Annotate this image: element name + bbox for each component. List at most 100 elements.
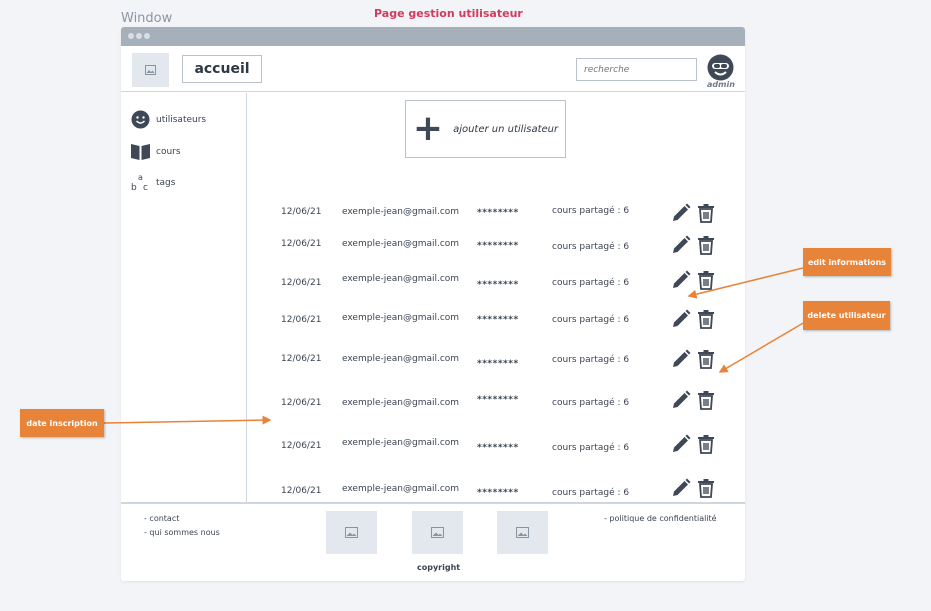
logo-image-placeholder[interactable] (132, 53, 169, 87)
pencil-icon (673, 390, 691, 408)
registration-date: 12/06/21 (281, 354, 322, 364)
delete-user-button[interactable] (697, 270, 715, 290)
pencil-icon (673, 235, 691, 253)
pencil-icon (673, 203, 691, 221)
trash-icon (698, 435, 714, 454)
user-email: exemple-jean@gmail.com (342, 313, 460, 323)
image-icon (345, 527, 358, 538)
sidebar-item-label: tags (156, 177, 176, 188)
edit-user-button[interactable] (671, 434, 691, 454)
shared-courses: cours partagé : 6 (552, 242, 630, 252)
app-window: accueil admin utilisateurs cours abc (121, 27, 745, 581)
delete-user-button[interactable] (697, 434, 715, 454)
window-titlebar (121, 27, 745, 46)
sidebar-item-label: cours (156, 146, 181, 157)
edit-user-button[interactable] (671, 235, 691, 255)
edit-user-button[interactable] (671, 270, 691, 290)
user-row: 12/06/21 exemple-jean@gmail.com ******** co… (248, 478, 745, 502)
trash-icon (698, 350, 714, 369)
user-email: exemple-jean@gmail.com (342, 354, 460, 364)
copyright-text: copyright (417, 563, 461, 572)
window-controls[interactable] (128, 33, 150, 39)
sidebar-item-tags[interactable]: abc tags (131, 173, 175, 192)
edit-user-button[interactable] (671, 478, 691, 498)
user-email: exemple-jean@gmail.com (342, 484, 460, 494)
delete-user-button[interactable] (697, 203, 715, 223)
svg-text:b: b (131, 183, 137, 192)
user-password: ******** (477, 315, 519, 325)
sidebar: utilisateurs cours abc tags (121, 93, 247, 503)
pencil-icon (673, 349, 691, 367)
user-password: ******** (477, 208, 519, 218)
delete-user-button[interactable] (697, 309, 715, 329)
svg-text:c: c (143, 183, 148, 192)
footer: - contact - qui sommes nous - politique … (121, 502, 745, 581)
trash-icon (698, 204, 714, 223)
user-row: 12/06/21 exemple-jean@gmail.com ******** co… (248, 309, 745, 333)
callout-edit-informations: edit informations (803, 248, 891, 276)
abc-tags-icon: abc (131, 173, 150, 192)
header: accueil admin (121, 46, 745, 92)
footer-link-privacy[interactable]: - politique de confidentialité (604, 514, 717, 523)
pencil-icon (673, 270, 691, 288)
callout-date-inscription: date inscription (20, 409, 104, 437)
registration-date: 12/06/21 (281, 278, 322, 288)
footer-image-placeholder (497, 511, 548, 554)
trash-icon (698, 236, 714, 255)
footer-image-placeholder (326, 511, 377, 554)
user-email: exemple-jean@gmail.com (342, 438, 460, 448)
user-row: 12/06/21 exemple-jean@gmail.com ******** co… (248, 270, 745, 294)
search-input[interactable] (576, 58, 697, 81)
admin-avatar-icon[interactable] (707, 54, 734, 81)
page-title: Page gestion utilisateur (374, 7, 523, 20)
sidebar-item-cours[interactable]: cours (131, 142, 181, 161)
delete-user-button[interactable] (697, 478, 715, 498)
main-content: + ajouter un utilisateur 12/06/21 exemple… (248, 93, 745, 503)
user-password: ******** (477, 359, 519, 369)
add-user-label: ajouter un utilisateur (453, 123, 559, 135)
registration-date: 12/06/21 (281, 315, 322, 325)
user-email: exemple-jean@gmail.com (342, 239, 460, 249)
sidebar-item-utilisateurs[interactable]: utilisateurs (131, 110, 206, 129)
user-password: ******** (477, 443, 519, 453)
footer-image-placeholder (412, 511, 463, 554)
footer-link-about[interactable]: - qui sommes nous (144, 528, 220, 537)
edit-user-button[interactable] (671, 390, 691, 410)
trash-icon (698, 391, 714, 410)
plus-icon: + (412, 108, 444, 149)
edit-user-button[interactable] (671, 203, 691, 223)
user-email: exemple-jean@gmail.com (342, 274, 460, 284)
registration-date: 12/06/21 (281, 441, 322, 451)
shared-courses: cours partagé : 6 (552, 355, 630, 365)
footer-link-contact[interactable]: - contact (144, 514, 179, 523)
user-password: ******** (477, 395, 519, 405)
smiley-icon (131, 110, 150, 129)
user-password: ******** (477, 488, 519, 498)
svg-text:a: a (138, 173, 143, 182)
user-row: 12/06/21 exemple-jean@gmail.com ******** co… (248, 235, 745, 259)
add-user-button[interactable]: + ajouter un utilisateur (405, 100, 566, 158)
pencil-icon (673, 309, 691, 327)
delete-user-button[interactable] (697, 349, 715, 369)
registration-date: 12/06/21 (281, 239, 322, 249)
shared-courses: cours partagé : 6 (552, 443, 630, 453)
registration-date: 12/06/21 (281, 486, 322, 496)
user-label: admin (707, 80, 735, 89)
delete-user-button[interactable] (697, 235, 715, 255)
window-label: Window (121, 11, 173, 26)
delete-user-button[interactable] (697, 390, 715, 410)
user-row: 12/06/21 exemple-jean@gmail.com ******** co… (248, 434, 745, 458)
image-icon (516, 527, 529, 538)
callout-delete-utilisateur: delete utilisateur (803, 301, 890, 330)
user-row: 12/06/21 exemple-jean@gmail.com ******** co… (248, 349, 745, 373)
shared-courses: cours partagé : 6 (552, 488, 630, 498)
edit-user-button[interactable] (671, 309, 691, 329)
edit-user-button[interactable] (671, 349, 691, 369)
registration-date: 12/06/21 (281, 207, 322, 217)
image-icon (431, 527, 444, 538)
pencil-icon (673, 478, 691, 496)
shared-courses: cours partagé : 6 (552, 206, 630, 216)
user-password: ******** (477, 280, 519, 290)
home-button[interactable]: accueil (182, 55, 262, 83)
user-email: exemple-jean@gmail.com (342, 398, 460, 408)
